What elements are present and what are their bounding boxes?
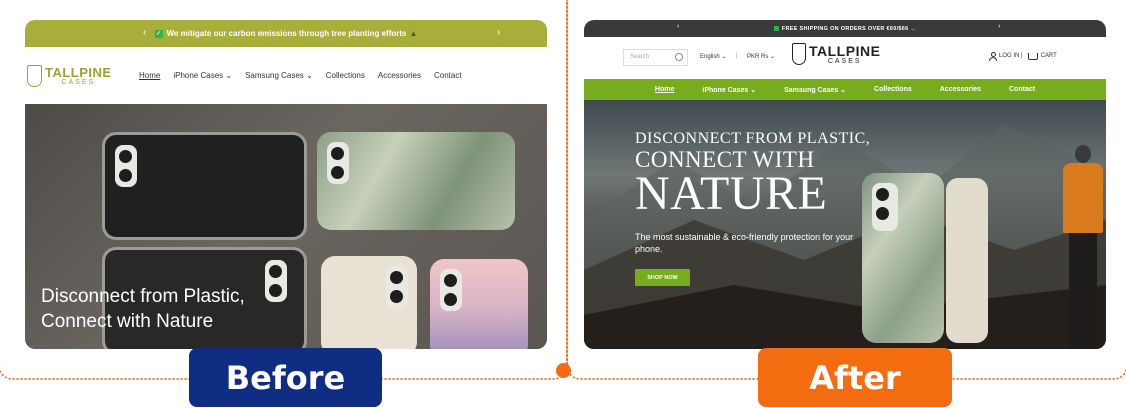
case-side-image (946, 178, 988, 343)
nav-contact[interactable]: Contact (1009, 86, 1035, 93)
after-header: Search English ⌄ | PKR Rs ⌄ TALLPINE CAS… (584, 37, 1106, 79)
nav-iphone-cases[interactable]: iPhone Cases ⌄ (702, 86, 756, 94)
nav-collections[interactable]: Collections (326, 71, 365, 80)
nav-samsung-cases[interactable]: Samsung Cases ⌄ (784, 86, 846, 94)
before-hero: Disconnect from Plastic, Connect with Na… (25, 104, 547, 349)
logo-mark-icon (27, 64, 42, 87)
chevron-left-icon[interactable]: ‹ (143, 27, 146, 38)
header-divider: | (736, 53, 738, 59)
status-dot-icon (773, 26, 779, 31)
logo[interactable]: TALLPINE CASES (792, 43, 880, 65)
account-links: LOG IN | CART (989, 52, 1057, 61)
search-icon[interactable] (675, 53, 683, 61)
logo-sub-text: CASES (61, 78, 96, 86)
tree-icon: ▲ (409, 29, 418, 38)
cart-link[interactable]: CART (1041, 53, 1057, 59)
nav-accessories[interactable]: Accessories (378, 71, 421, 80)
search-input[interactable]: Search (623, 49, 688, 66)
logo-sub-text: CASES (827, 57, 862, 65)
before-label: Before (189, 348, 382, 407)
after-announcement-bar: ‹ FREE SHIPPING ON ORDERS OVER €60/$66 →… (584, 20, 1106, 37)
before-screenshot: ‹ ✓ We mitigate our carbon emissions thr… (25, 20, 547, 349)
before-nav: Home iPhone Cases ⌄ Samsung Cases ⌄ Coll… (139, 71, 462, 80)
shop-now-button[interactable]: SHOP NOW (635, 269, 690, 286)
chevron-right-icon[interactable]: › (998, 23, 1001, 30)
marble-case-image (862, 173, 944, 343)
checkmark-icon: ✓ (154, 29, 163, 38)
black-case-image (102, 132, 307, 240)
search-placeholder: Search (630, 54, 650, 60)
login-link[interactable]: LOG IN | (999, 53, 1023, 59)
currency-select[interactable]: PKR Rs ⌄ (747, 53, 775, 60)
nav-collections[interactable]: Collections (874, 86, 912, 93)
hiker-image (1059, 145, 1106, 349)
nav-samsung-cases[interactable]: Samsung Cases ⌄ (245, 71, 313, 80)
language-select[interactable]: English ⌄ (700, 53, 726, 60)
before-header: TALLPINE CASES Home iPhone Cases ⌄ Samsu… (25, 47, 547, 104)
after-screenshot: ‹ FREE SHIPPING ON ORDERS OVER €60/$66 →… (584, 20, 1106, 349)
hero-subtext: The most sustainable & eco-friendly prot… (635, 232, 854, 254)
divider-dot (556, 363, 571, 378)
nav-iphone-cases[interactable]: iPhone Cases ⌄ (173, 71, 232, 80)
logo[interactable]: TALLPINE CASES (27, 64, 137, 87)
nav-contact[interactable]: Contact (434, 71, 462, 80)
after-hero: DISCONNECT FROM PLASTIC, CONNECT WITH NA… (584, 100, 1106, 349)
nav-home[interactable]: Home (655, 86, 674, 93)
announcement-text: FREE SHIPPING ON ORDERS OVER €60/$66 → (781, 25, 917, 32)
logo-mark-icon (792, 43, 806, 65)
turtle-case-image (321, 256, 417, 349)
after-nav: Home iPhone Cases ⌄ Samsung Cases ⌄ Coll… (584, 79, 1106, 100)
marble-case-image (317, 132, 515, 230)
cart-icon[interactable] (1027, 52, 1038, 60)
hero-line-3: NATURE (635, 167, 828, 220)
hero-line-1: DISCONNECT FROM PLASTIC, (635, 130, 871, 147)
pink-case-image (430, 259, 528, 349)
logo-main-text: TALLPINE (809, 42, 881, 59)
announcement-text: We mitigate our carbon emissions through… (166, 29, 407, 38)
chevron-left-icon[interactable]: ‹ (677, 23, 680, 30)
nav-accessories[interactable]: Accessories (940, 86, 981, 93)
user-icon[interactable] (989, 52, 997, 61)
before-announcement-bar: ‹ ✓ We mitigate our carbon emissions thr… (25, 20, 547, 47)
chevron-right-icon[interactable]: › (497, 27, 500, 38)
after-label: After (758, 348, 952, 407)
logo-main-text: TALLPINE (45, 64, 112, 80)
nav-home[interactable]: Home (139, 71, 160, 80)
before-hero-headline: Disconnect from Plastic, Connect with Na… (41, 286, 245, 332)
